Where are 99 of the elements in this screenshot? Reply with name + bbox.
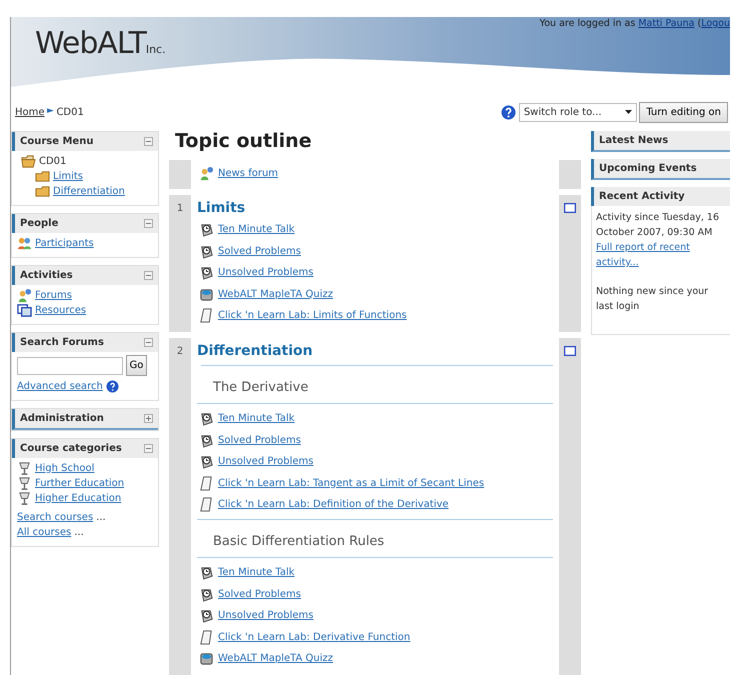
page-icon — [199, 630, 214, 645]
block-title: People — [20, 217, 58, 231]
section-strip — [169, 160, 191, 189]
block-link[interactable]: Higher Education — [35, 490, 122, 506]
activity-text: Nothing new since your last login — [596, 285, 710, 314]
clock-icon — [199, 265, 214, 280]
subheading: The Derivative — [213, 380, 308, 394]
activity-link[interactable]: Unsolved Problems — [218, 608, 314, 624]
page-icon — [199, 476, 214, 491]
activity-link[interactable]: Solved Problems — [218, 244, 301, 259]
block-title: Course categories — [20, 442, 122, 456]
section-title: Differentiation — [197, 342, 314, 360]
clock-icon — [199, 432, 214, 448]
people-icon — [199, 166, 214, 181]
trophy-icon — [17, 460, 32, 476]
go-button[interactable]: Go — [126, 355, 148, 376]
block-title: Course Menu — [20, 135, 94, 149]
edit-button[interactable]: Turn editing on — [639, 102, 728, 122]
activity-link[interactable]: Click 'n Learn Lab: Limits of Functions — [218, 308, 407, 324]
login-text: You are logged in as — [540, 18, 636, 29]
separator-icon: ► — [47, 105, 54, 119]
role-select[interactable]: Switch role to... — [518, 102, 637, 122]
block-link[interactable]: Search courses — [17, 510, 94, 524]
people-icon — [17, 236, 32, 251]
monitor-icon — [199, 286, 214, 302]
caret-icon — [624, 110, 632, 114]
clock-icon — [199, 608, 214, 624]
activity-link[interactable]: News forum — [218, 166, 278, 181]
block-title: Administration — [20, 412, 104, 426]
user-link[interactable]: Matti Pauna — [638, 18, 694, 29]
activity-link[interactable]: Ten Minute Talk — [218, 222, 295, 238]
course-name: CD01 — [39, 155, 66, 169]
folder-icon — [35, 169, 50, 184]
block-link[interactable]: High School — [35, 460, 94, 476]
topic-link[interactable]: Limits — [53, 169, 83, 184]
activity-link[interactable]: Ten Minute Talk — [218, 411, 295, 426]
highlight-icon[interactable] — [564, 346, 576, 356]
help-icon[interactable] — [106, 380, 119, 392]
clock-icon — [199, 411, 214, 426]
breadcrumb-current: CD01 — [56, 106, 84, 120]
section-title: Limits — [197, 199, 246, 218]
section-number: 1 — [176, 203, 184, 214]
help-icon[interactable] — [501, 104, 516, 120]
block-title: Recent Activity — [599, 191, 685, 202]
block-title: Latest News — [599, 135, 668, 146]
ellipsis-text: ... — [96, 510, 106, 524]
expand-icon[interactable] — [144, 414, 153, 422]
activity-link[interactable]: Unsolved Problems — [218, 265, 314, 280]
block-link[interactable]: All courses — [17, 524, 72, 540]
topic-link[interactable]: Differentiation — [53, 184, 125, 199]
activity-link[interactable]: Click 'n Learn Lab: Derivative Function — [218, 630, 410, 645]
block-link[interactable]: Further Education — [35, 476, 124, 490]
clock-icon — [199, 454, 214, 470]
activity-text: Activity since Tuesday, 16 October 2007, 09:30 AM — [596, 211, 720, 240]
page-icon — [199, 497, 214, 512]
clock-icon — [199, 222, 214, 238]
activity-link[interactable]: Click 'n Learn Lab: Definition of the Derivative — [218, 497, 449, 512]
trophy-icon — [17, 490, 32, 506]
block-link[interactable]: Participants — [35, 236, 94, 251]
activity-link[interactable]: WebALT MapleTA Quizz — [218, 286, 333, 302]
activity-link[interactable]: Click 'n Learn Lab: Tangent as a Limit of Secant Lines — [218, 476, 484, 491]
activity-link[interactable]: Unsolved Problems — [218, 454, 314, 470]
advanced-search-link[interactable]: Advanced search — [17, 378, 103, 394]
folder-icon — [21, 154, 36, 169]
monitor-icon — [199, 651, 214, 666]
trophy-icon — [17, 476, 32, 490]
folder-icon — [35, 184, 50, 199]
block-link[interactable]: Forums — [35, 288, 72, 303]
activity-link[interactable]: Solved Problems — [218, 586, 301, 602]
block-title: Upcoming Events — [599, 163, 697, 174]
logo: WebALTInc. — [35, 25, 166, 63]
logout-link[interactable]: Logou — [701, 18, 730, 29]
collapse-icon[interactable] — [144, 137, 153, 146]
clock-icon — [199, 586, 214, 602]
breadcrumb-link[interactable]: Home — [15, 104, 45, 120]
clock-icon — [199, 565, 214, 580]
collapse-icon[interactable] — [144, 338, 153, 347]
activity-link[interactable]: WebALT MapleTA Quizz — [218, 651, 333, 666]
ellipsis-text: ... — [74, 526, 84, 540]
windows-icon — [17, 303, 32, 318]
search-field[interactable] — [17, 356, 123, 374]
page-title: Topic outline — [175, 129, 313, 154]
paren-text: ( — [696, 18, 702, 29]
block-link[interactable]: Resources — [35, 303, 86, 318]
block-title: Search Forums — [20, 336, 104, 350]
clock-icon — [199, 244, 214, 259]
highlight-icon[interactable] — [564, 203, 576, 214]
collapse-icon[interactable] — [144, 219, 153, 228]
section-strip — [559, 160, 581, 189]
people-icon — [17, 288, 32, 303]
collapse-icon[interactable] — [144, 271, 153, 280]
section-number: 2 — [176, 346, 184, 356]
subheading: Basic Differentiation Rules — [213, 534, 384, 548]
collapse-icon[interactable] — [144, 444, 153, 452]
page-icon — [199, 308, 214, 324]
block-title: Activities — [20, 269, 73, 283]
activity-link[interactable]: Solved Problems — [218, 432, 301, 448]
activity-link[interactable]: Ten Minute Talk — [218, 565, 295, 580]
report-link[interactable]: Full report of recent activity... — [596, 240, 706, 270]
